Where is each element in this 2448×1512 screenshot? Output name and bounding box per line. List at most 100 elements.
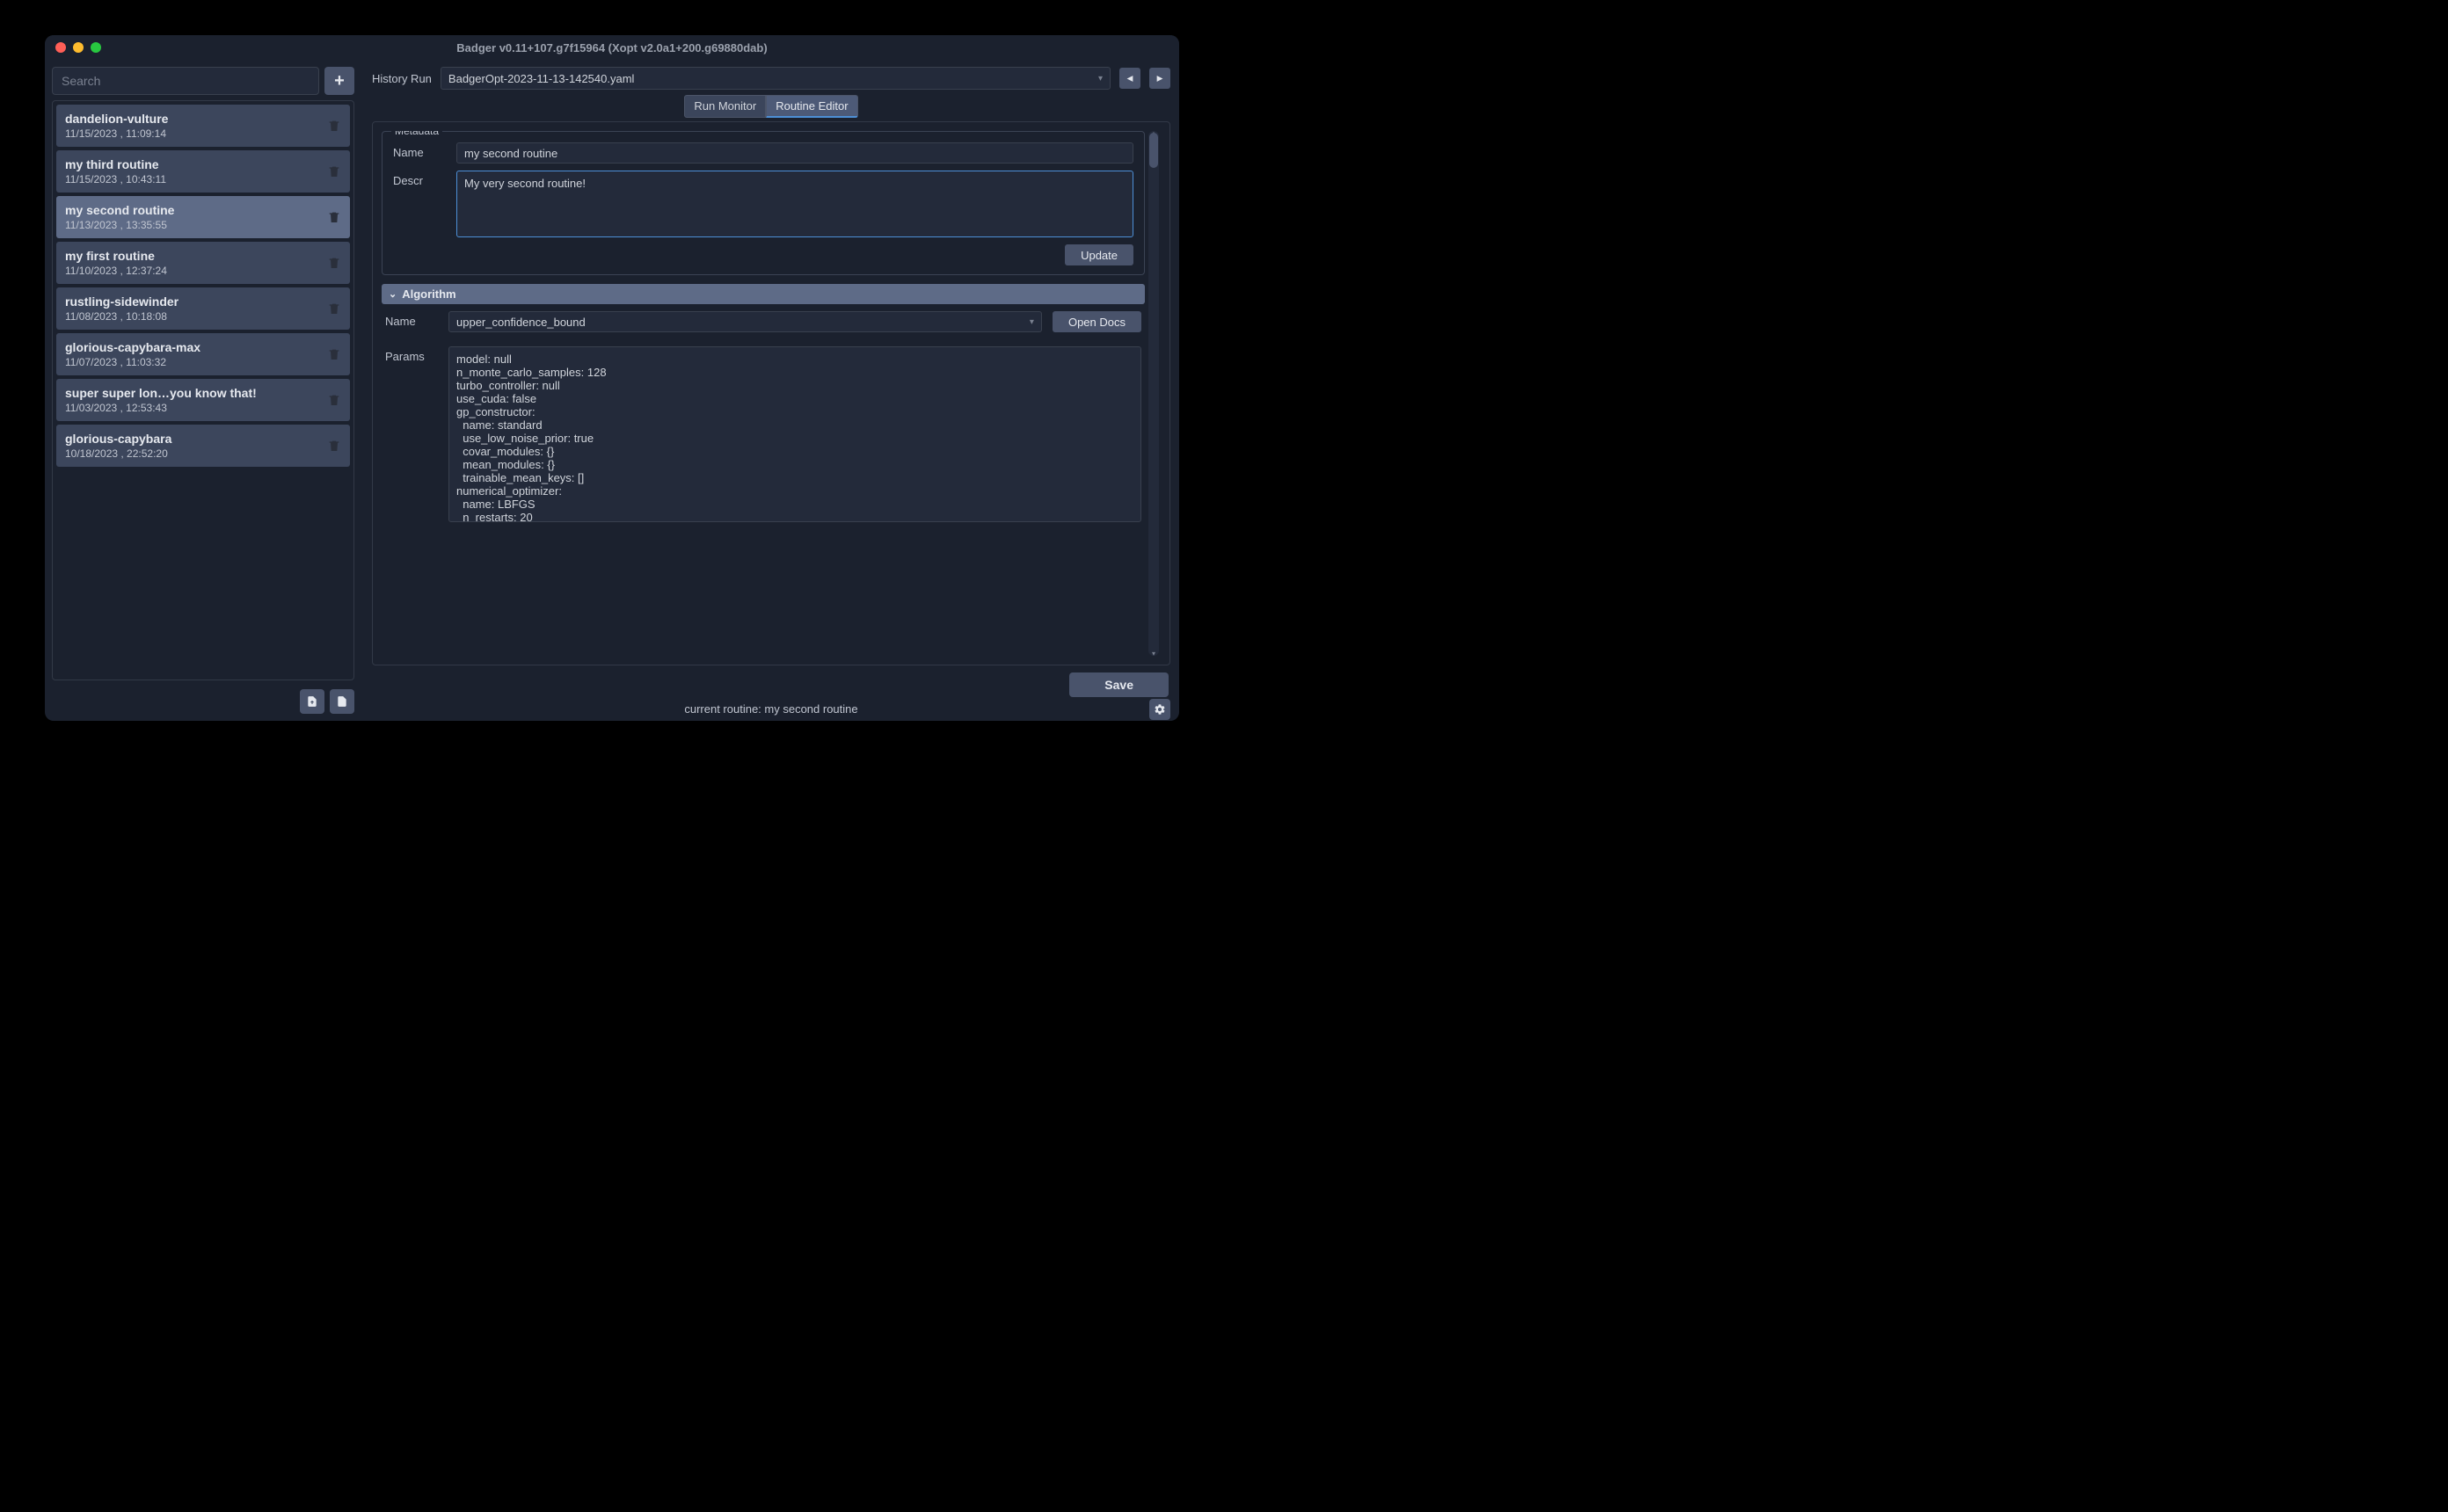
- caret-right-icon: ▸: [1157, 71, 1163, 85]
- history-run-value: BadgerOpt-2023-11-13-142540.yaml: [448, 72, 635, 85]
- titlebar: Badger v0.11+107.g7f15964 (Xopt v2.0a1+2…: [45, 35, 1179, 60]
- status-text: current routine: my second routine: [684, 702, 857, 716]
- params-row: Params: [385, 346, 1141, 522]
- algorithm-section: ⌄ Algorithm Name upper_confidence_bound …: [382, 284, 1145, 522]
- file-export-icon: [306, 695, 318, 708]
- routine-name: my third routine: [65, 157, 166, 171]
- routine-text: glorious-capybara-max 11/07/2023 , 11:03…: [65, 340, 200, 368]
- trash-icon[interactable]: [327, 256, 341, 270]
- scroll-down-icon: ▾: [1148, 650, 1159, 658]
- metadata-group: Metadata Name Descr Update: [382, 131, 1145, 275]
- body: + dandelion-vulture 11/15/2023 , 11:09:1…: [45, 60, 1179, 721]
- routine-text: my first routine 11/10/2023 , 12:37:24: [65, 249, 167, 277]
- tab-run-monitor[interactable]: Run Monitor: [684, 95, 766, 118]
- sidebar: + dandelion-vulture 11/15/2023 , 11:09:1…: [45, 60, 361, 721]
- trash-icon[interactable]: [327, 347, 341, 361]
- routine-name: my first routine: [65, 249, 167, 263]
- history-run-select[interactable]: BadgerOpt-2023-11-13-142540.yaml ▾: [441, 67, 1111, 90]
- add-routine-button[interactable]: +: [324, 67, 354, 95]
- routine-text: glorious-capybara 10/18/2023 , 22:52:20: [65, 432, 171, 460]
- trash-icon[interactable]: [327, 393, 341, 407]
- export-button[interactable]: [300, 689, 324, 714]
- routine-item[interactable]: my second routine 11/13/2023 , 13:35:55: [56, 196, 350, 238]
- chevron-down-icon: ⌄: [389, 288, 397, 300]
- metadata-legend: Metadata: [391, 131, 442, 137]
- open-docs-button[interactable]: Open Docs: [1053, 311, 1141, 332]
- sidebar-footer: [52, 686, 354, 714]
- routine-item[interactable]: rustling-sidewinder 11/08/2023 , 10:18:0…: [56, 287, 350, 330]
- trash-icon[interactable]: [327, 164, 341, 178]
- routine-name: dandelion-vulture: [65, 112, 168, 126]
- save-button[interactable]: Save: [1069, 672, 1169, 697]
- search-row: +: [52, 67, 354, 95]
- window-title: Badger v0.11+107.g7f15964 (Xopt v2.0a1+2…: [45, 41, 1179, 55]
- routine-item[interactable]: dandelion-vulture 11/15/2023 , 11:09:14: [56, 105, 350, 147]
- routine-item[interactable]: glorious-capybara-max 11/07/2023 , 11:03…: [56, 333, 350, 375]
- routine-date: 11/08/2023 , 10:18:08: [65, 310, 178, 323]
- main-panel: History Run BadgerOpt-2023-11-13-142540.…: [367, 60, 1179, 721]
- search-input[interactable]: [52, 67, 319, 95]
- status-bar: current routine: my second routine: [372, 697, 1170, 716]
- trash-icon[interactable]: [327, 210, 341, 224]
- name-row: Name: [393, 142, 1133, 164]
- traffic-lights: [45, 42, 101, 53]
- save-row: Save: [372, 665, 1170, 697]
- trash-icon[interactable]: [327, 119, 341, 133]
- file-import-icon: [336, 695, 348, 708]
- algorithm-select-value: upper_confidence_bound: [456, 316, 586, 329]
- routine-date: 11/13/2023 , 13:35:55: [65, 219, 174, 231]
- chevron-down-icon: ▾: [1030, 317, 1034, 327]
- algorithm-header-label: Algorithm: [402, 287, 455, 301]
- history-row: History Run BadgerOpt-2023-11-13-142540.…: [372, 67, 1170, 90]
- editor-scrollbar[interactable]: ▴ ▾: [1148, 131, 1159, 656]
- editor-panel: Metadata Name Descr Update: [372, 121, 1170, 665]
- routine-date: 11/03/2023 , 12:53:43: [65, 402, 257, 414]
- routine-item[interactable]: my first routine 11/10/2023 , 12:37:24: [56, 242, 350, 284]
- routine-item[interactable]: super super lon…you know that! 11/03/202…: [56, 379, 350, 421]
- routine-name: glorious-capybara: [65, 432, 171, 446]
- routine-text: super super lon…you know that! 11/03/202…: [65, 386, 257, 414]
- algorithm-body: Name upper_confidence_bound ▾ Open Docs …: [382, 304, 1145, 522]
- routine-name-input[interactable]: [456, 142, 1133, 164]
- descr-label: Descr: [393, 171, 446, 187]
- app-window: Badger v0.11+107.g7f15964 (Xopt v2.0a1+2…: [45, 35, 1179, 721]
- chevron-down-icon: ▾: [1098, 74, 1103, 84]
- import-button[interactable]: [330, 689, 354, 714]
- maximize-window-button[interactable]: [91, 42, 101, 53]
- routine-date: 11/15/2023 , 10:43:11: [65, 173, 166, 185]
- routine-text: my third routine 11/15/2023 , 10:43:11: [65, 157, 166, 185]
- history-next-button[interactable]: ▸: [1149, 68, 1170, 89]
- routine-name: rustling-sidewinder: [65, 294, 178, 309]
- tabs: Run Monitor Routine Editor: [372, 95, 1170, 118]
- tab-routine-editor[interactable]: Routine Editor: [766, 95, 857, 118]
- params-label: Params: [385, 346, 438, 363]
- routine-descr-textarea[interactable]: [456, 171, 1133, 237]
- routine-name: my second routine: [65, 203, 174, 217]
- minimize-window-button[interactable]: [73, 42, 84, 53]
- trash-icon[interactable]: [327, 439, 341, 453]
- close-window-button[interactable]: [55, 42, 66, 53]
- update-row: Update: [393, 244, 1133, 265]
- descr-row: Descr: [393, 171, 1133, 237]
- routine-date: 11/15/2023 , 11:09:14: [65, 127, 168, 140]
- settings-button[interactable]: [1149, 699, 1170, 720]
- routine-date: 10/18/2023 , 22:52:20: [65, 447, 171, 460]
- name-label: Name: [393, 142, 446, 159]
- routine-item[interactable]: glorious-capybara 10/18/2023 , 22:52:20: [56, 425, 350, 467]
- routine-list: dandelion-vulture 11/15/2023 , 11:09:14 …: [52, 100, 354, 680]
- scrollbar-thumb[interactable]: [1149, 133, 1158, 168]
- routine-name: glorious-capybara-max: [65, 340, 200, 354]
- editor-scroll: Metadata Name Descr Update: [382, 131, 1145, 656]
- routine-text: dandelion-vulture 11/15/2023 , 11:09:14: [65, 112, 168, 140]
- params-textarea[interactable]: [448, 346, 1141, 522]
- history-prev-button[interactable]: ◂: [1119, 68, 1140, 89]
- update-button[interactable]: Update: [1065, 244, 1133, 265]
- algorithm-select[interactable]: upper_confidence_bound ▾: [448, 311, 1042, 332]
- trash-icon[interactable]: [327, 302, 341, 316]
- routine-date: 11/10/2023 , 12:37:24: [65, 265, 167, 277]
- routine-item[interactable]: my third routine 11/15/2023 , 10:43:11: [56, 150, 350, 193]
- caret-left-icon: ◂: [1127, 71, 1133, 85]
- history-run-label: History Run: [372, 72, 432, 85]
- algorithm-header[interactable]: ⌄ Algorithm: [382, 284, 1145, 304]
- routine-text: my second routine 11/13/2023 , 13:35:55: [65, 203, 174, 231]
